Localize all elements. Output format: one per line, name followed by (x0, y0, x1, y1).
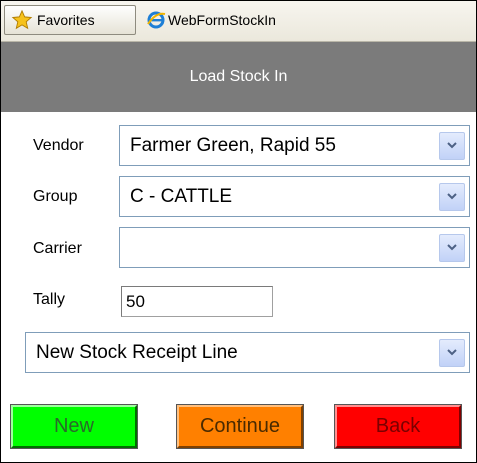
receipt-line-select[interactable]: New Stock Receipt Line (25, 332, 470, 373)
chevron-down-icon (447, 349, 457, 356)
tab-webformstockin[interactable]: WebFormStockIn (146, 5, 276, 35)
favorites-label: Favorites (37, 12, 95, 28)
group-label: Group (33, 188, 78, 205)
carrier-label: Carrier (33, 240, 82, 257)
carrier-dropdown-button[interactable] (439, 233, 465, 262)
receipt-line-dropdown-button[interactable] (439, 338, 465, 367)
receipt-line-value: New Stock Receipt Line (36, 341, 238, 363)
tally-input[interactable] (121, 286, 273, 317)
favorites-button[interactable]: Favorites (4, 5, 136, 35)
new-button[interactable]: New (10, 404, 138, 449)
app-window: Favorites WebFormStockIn Load Stock In V… (0, 0, 477, 463)
vendor-dropdown-button[interactable] (439, 131, 465, 160)
vendor-value: Farmer Green, Rapid 55 (130, 134, 336, 156)
continue-button[interactable]: Continue (176, 404, 304, 449)
chevron-down-icon (447, 193, 457, 200)
page-title: Load Stock In (189, 68, 288, 85)
back-button[interactable]: Back (334, 404, 462, 449)
chevron-down-icon (447, 142, 457, 149)
tally-label: Tally (33, 291, 66, 308)
vendor-select[interactable]: Farmer Green, Rapid 55 (119, 125, 470, 166)
chevron-down-icon (447, 244, 457, 251)
carrier-select[interactable] (119, 227, 470, 268)
star-icon (11, 9, 33, 30)
tab-title: WebFormStockIn (168, 12, 276, 28)
group-select[interactable]: C - CATTLE (119, 176, 470, 217)
favorites-bar: Favorites WebFormStockIn (1, 1, 476, 42)
group-value: C - CATTLE (130, 185, 233, 207)
ie-browser-icon (147, 11, 166, 29)
page-header: Load Stock In (1, 42, 476, 112)
group-dropdown-button[interactable] (439, 182, 465, 211)
vendor-label: Vendor (33, 137, 84, 154)
